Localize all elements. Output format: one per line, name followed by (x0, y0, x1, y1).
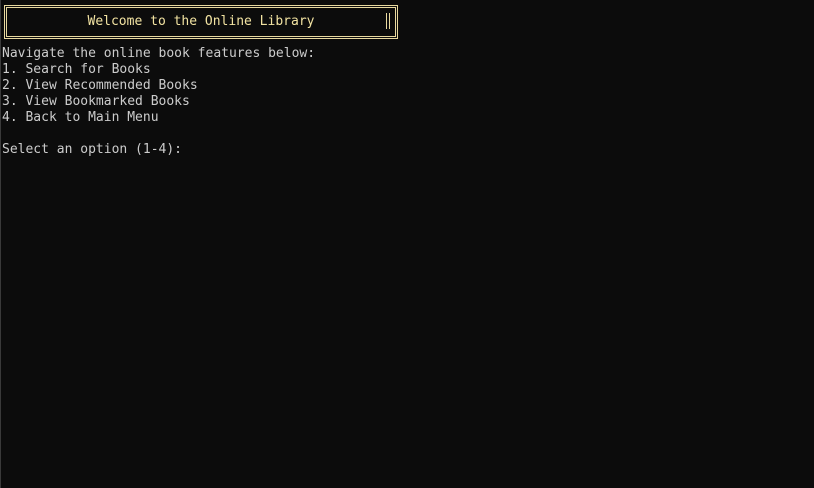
console-output: Navigate the online book features below:… (2, 46, 802, 158)
banner-bar-ornament (386, 13, 390, 29)
menu-option-recommended: 2. View Recommended Books (2, 78, 198, 93)
menu-option-back: 4. Back to Main Menu (2, 110, 159, 125)
menu-option-search: 1. Search for Books (2, 62, 151, 77)
menu-option-bookmarked: 3. View Bookmarked Books (2, 94, 190, 109)
intro-text: Navigate the online book features below: (2, 46, 316, 61)
window-left-edge (0, 0, 1, 488)
welcome-banner: Welcome to the Online Library (4, 5, 398, 39)
option-prompt[interactable]: Select an option (1-4): (2, 142, 802, 158)
banner-title: Welcome to the Online Library (87, 14, 315, 29)
